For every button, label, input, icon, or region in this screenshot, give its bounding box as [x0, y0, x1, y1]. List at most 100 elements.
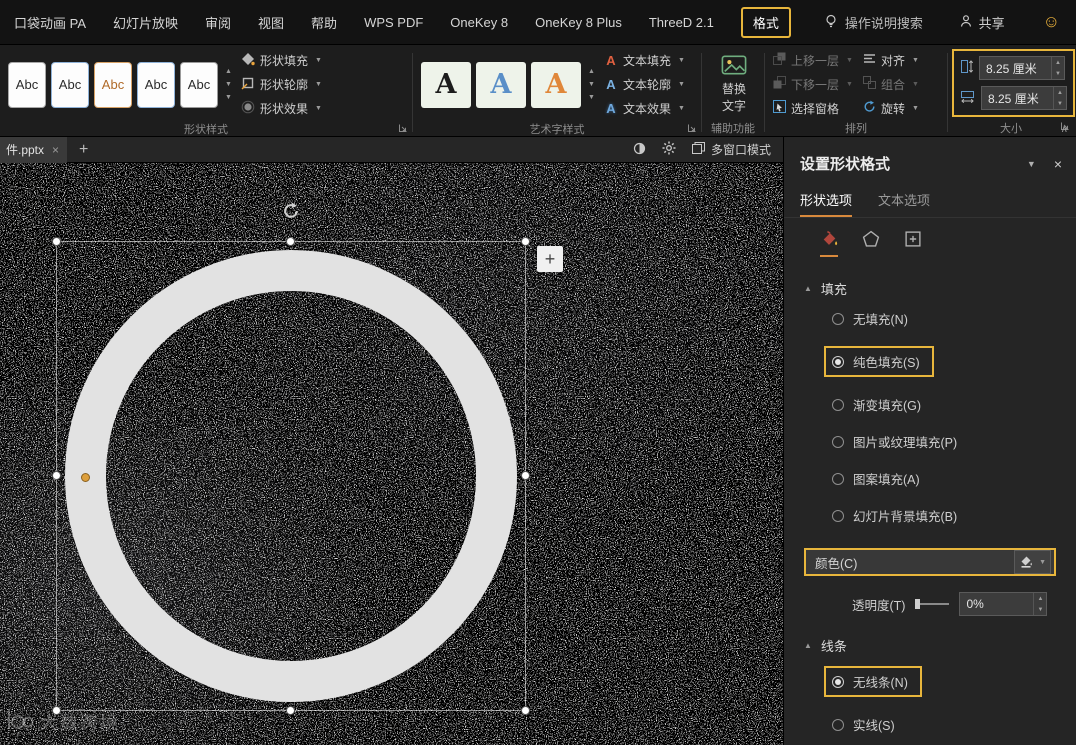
transparency-input[interactable]: 0% ▲ ▼	[959, 592, 1048, 616]
shape-style-tile[interactable]: Abc	[94, 61, 132, 108]
dialog-launcher-icon[interactable]	[399, 123, 407, 135]
slide-canvas[interactable]: + 大数跨境	[0, 163, 783, 745]
rotate-icon	[863, 100, 876, 116]
gallery-more-icon[interactable]: ▼	[225, 94, 232, 102]
group-button[interactable]: 组合 ▼	[862, 74, 919, 94]
spin-down-icon[interactable]: ▼	[1052, 68, 1064, 79]
menu-onekey8plus[interactable]: OneKey 8 Plus	[535, 15, 622, 30]
shape-effects-button[interactable]: 形状效果 ▼	[238, 98, 325, 119]
menu-review[interactable]: 审阅	[205, 13, 231, 32]
share-button[interactable]: 共享	[959, 13, 1005, 32]
accessibility-group-label: 辅助功能	[711, 122, 755, 135]
resize-handle-top-left[interactable]	[52, 237, 61, 246]
color-picker-row[interactable]: 颜色(C) ▼	[804, 548, 1056, 576]
quick-add-button[interactable]: +	[537, 246, 563, 272]
close-tab-icon[interactable]: ×	[52, 143, 59, 157]
send-backward-button[interactable]: 下移一层 ▼	[773, 74, 853, 94]
selection-pane-button[interactable]: 选择窗格	[773, 98, 853, 118]
menu-slideshow[interactable]: 幻灯片放映	[113, 13, 178, 32]
line-option-solid[interactable]: 实线(S)	[832, 715, 1076, 734]
shape-style-tile[interactable]: Abc	[180, 61, 218, 108]
shape-style-tile[interactable]: Abc	[51, 61, 89, 108]
shape-outline-button[interactable]: 形状轮廓 ▼	[238, 74, 325, 95]
color-picker-button[interactable]: ▼	[1014, 550, 1051, 574]
transparency-row: 透明度(T) 0% ▲ ▼	[852, 592, 1076, 616]
adjust-handle[interactable]	[81, 473, 90, 482]
resize-handle-middle-left[interactable]	[52, 471, 61, 480]
shape-width-input[interactable]: 8.25 厘米 ▲ ▼	[981, 86, 1067, 110]
fill-option-label: 渐变填充(G)	[853, 399, 922, 413]
tell-me-search[interactable]: 操作说明搜索	[824, 13, 923, 32]
multi-window-toggle[interactable]: 多窗口模式	[691, 141, 771, 158]
fill-option-picture[interactable]: 图片或纹理填充(P)	[832, 432, 1076, 451]
resize-handle-top-right[interactable]	[521, 237, 530, 246]
tab-shape-options[interactable]: 形状选项	[800, 190, 853, 217]
settings-gear-icon[interactable]	[662, 141, 676, 158]
gallery-down-icon[interactable]: ▼	[588, 81, 595, 89]
fill-option-pattern[interactable]: 图案填充(A)	[832, 469, 1076, 488]
line-section-header[interactable]: ▲ 线条	[804, 636, 1076, 655]
shape-height-input[interactable]: 8.25 厘米 ▲ ▼	[979, 56, 1065, 80]
shape-style-tile[interactable]: Abc	[137, 61, 175, 108]
group-label-text: 组合	[880, 77, 905, 92]
theme-skin-icon[interactable]	[633, 142, 646, 158]
transparency-slider[interactable]	[915, 599, 950, 609]
fill-option-solid[interactable]: 纯色填充(S)	[824, 346, 1076, 377]
collapse-ribbon-icon[interactable]: ∧	[1061, 124, 1068, 135]
fill-line-bucket-icon[interactable]	[820, 230, 838, 257]
fill-option-gradient[interactable]: 渐变填充(G)	[832, 395, 1076, 414]
new-tab-button[interactable]: +	[67, 141, 100, 159]
gallery-up-icon[interactable]: ▲	[588, 68, 595, 76]
line-option-none[interactable]: 无线条(N)	[824, 666, 1076, 697]
spin-up-icon[interactable]: ▲	[1052, 57, 1064, 68]
resize-handle-top-center[interactable]	[286, 237, 295, 246]
alt-text-button[interactable]: 替换 文字	[721, 54, 747, 113]
search-label: 操作说明搜索	[844, 15, 923, 31]
resize-handle-middle-right[interactable]	[521, 471, 530, 480]
panel-dropdown-icon[interactable]: ▼	[1027, 159, 1036, 169]
size-properties-icon[interactable]	[904, 230, 922, 257]
spin-down-icon[interactable]: ▼	[1034, 604, 1046, 615]
shape-style-tile[interactable]: Abc	[8, 61, 46, 108]
resize-handle-bottom-center[interactable]	[286, 706, 295, 715]
gallery-down-icon[interactable]: ▼	[225, 81, 232, 89]
document-tab[interactable]: 件.pptx ×	[0, 136, 68, 163]
text-fill-button[interactable]: A 文本填充 ▼	[601, 50, 688, 71]
rotation-handle-icon[interactable]	[282, 202, 300, 223]
spin-down-icon[interactable]: ▼	[1054, 98, 1066, 109]
resize-handle-bottom-right[interactable]	[521, 706, 530, 715]
rotate-button[interactable]: 旋转 ▼	[863, 98, 919, 118]
wordart-tile[interactable]: A	[531, 61, 581, 108]
dialog-launcher-icon[interactable]	[688, 123, 696, 135]
slider-handle[interactable]	[915, 599, 921, 609]
wordart-tile[interactable]: A	[476, 61, 526, 108]
panel-close-icon[interactable]: ×	[1054, 156, 1062, 172]
gallery-up-icon[interactable]: ▲	[225, 68, 232, 76]
bring-forward-button[interactable]: 上移一层 ▼	[773, 50, 853, 70]
text-outline-button[interactable]: A 文本轮廓 ▼	[601, 74, 688, 95]
menu-wps-pdf[interactable]: WPS PDF	[364, 15, 423, 30]
menu-pocket-animation[interactable]: 口袋动画 PA	[14, 13, 86, 32]
ring-shape[interactable]	[65, 250, 517, 702]
menu-threed[interactable]: ThreeD 2.1	[649, 15, 714, 30]
fill-option-none[interactable]: 无填充(N)	[832, 309, 1076, 328]
menu-format[interactable]: 格式	[740, 6, 791, 38]
menu-help[interactable]: 帮助	[311, 13, 337, 32]
effects-pentagon-icon[interactable]	[862, 230, 880, 257]
spin-up-icon[interactable]: ▲	[1054, 87, 1066, 98]
fill-option-slide-background[interactable]: 幻灯片背景填充(B)	[832, 506, 1076, 525]
selection-bounding-box[interactable]	[52, 202, 530, 715]
text-effects-button[interactable]: A 文本效果 ▼	[601, 98, 688, 119]
menu-onekey8[interactable]: OneKey 8	[450, 15, 508, 30]
radio-unselected-icon	[832, 312, 844, 325]
shape-fill-button[interactable]: 形状填充 ▼	[238, 50, 325, 71]
wordart-tile[interactable]: A	[421, 61, 471, 108]
gallery-more-icon[interactable]: ▼	[588, 94, 595, 102]
tab-text-options[interactable]: 文本选项	[878, 190, 930, 217]
fill-section-header[interactable]: ▲ 填充	[804, 279, 1076, 298]
align-button[interactable]: 对齐 ▼	[863, 50, 919, 70]
no-line-highlight-box: 无线条(N)	[824, 666, 922, 697]
smiley-feedback-icon[interactable]: ☺	[1043, 12, 1060, 32]
spin-up-icon[interactable]: ▲	[1034, 593, 1046, 604]
menu-view[interactable]: 视图	[258, 13, 284, 32]
